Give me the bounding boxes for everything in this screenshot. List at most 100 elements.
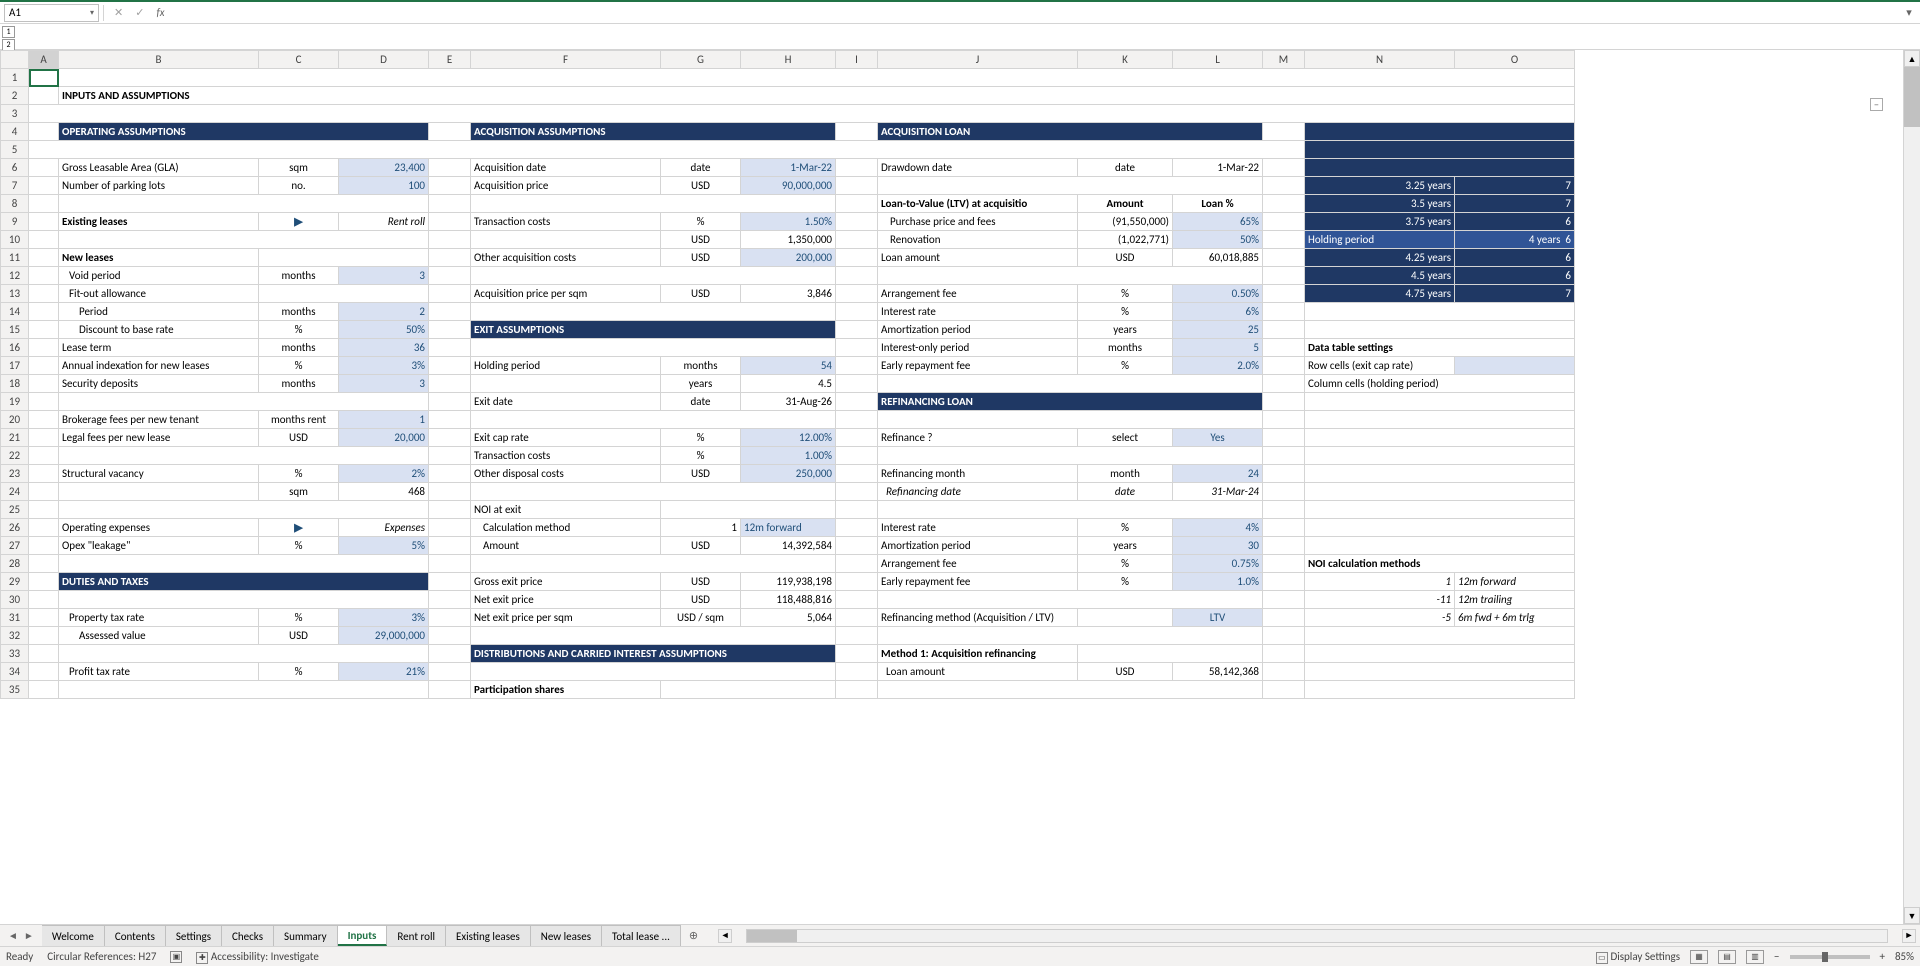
- refi-int-value[interactable]: 4%: [1173, 519, 1263, 537]
- discount-value[interactable]: 50%: [339, 321, 429, 339]
- row-7[interactable]: 7: [1, 177, 29, 195]
- tab-welcome[interactable]: Welcome: [42, 925, 105, 946]
- row-26[interactable]: 26: [1, 519, 29, 537]
- normal-view-icon[interactable]: ▦: [1690, 950, 1708, 964]
- rowcells-value[interactable]: [1455, 357, 1575, 375]
- col-I[interactable]: I: [836, 51, 878, 69]
- row-27[interactable]: 27: [1, 537, 29, 555]
- col-F[interactable]: F: [471, 51, 661, 69]
- scroll-up-icon[interactable]: ▲: [1904, 50, 1920, 67]
- existing-link-icon[interactable]: ▶: [259, 213, 339, 231]
- void-value[interactable]: 3: [339, 267, 429, 285]
- col-C[interactable]: C: [259, 51, 339, 69]
- vacancy-value[interactable]: 2%: [339, 465, 429, 483]
- other-acq-value[interactable]: 200,000: [741, 249, 836, 267]
- row-6[interactable]: 6: [1, 159, 29, 177]
- row-34[interactable]: 34: [1, 663, 29, 681]
- reno-pct[interactable]: 50%: [1173, 231, 1263, 249]
- page-break-view-icon[interactable]: ▥: [1746, 950, 1764, 964]
- page-layout-view-icon[interactable]: ▤: [1718, 950, 1736, 964]
- refi-early-value[interactable]: 1.0%: [1173, 573, 1263, 591]
- holdm-value[interactable]: 54: [741, 357, 836, 375]
- tab-settings[interactable]: Settings: [166, 925, 222, 946]
- row-10[interactable]: 10: [1, 231, 29, 249]
- scroll-thumb[interactable]: [1904, 67, 1920, 127]
- col-K[interactable]: K: [1078, 51, 1173, 69]
- row-35[interactable]: 35: [1, 681, 29, 699]
- row-29[interactable]: 29: [1, 573, 29, 591]
- exit-tcosts-value[interactable]: 1.00%: [741, 447, 836, 465]
- row-5[interactable]: 5: [1, 141, 29, 159]
- gla-value[interactable]: 23,400: [339, 159, 429, 177]
- row-28[interactable]: 28: [1, 555, 29, 573]
- cell-A1[interactable]: [29, 69, 59, 87]
- row-16[interactable]: 16: [1, 339, 29, 357]
- scroll-down-icon[interactable]: ▼: [1904, 907, 1920, 924]
- refi-method-value[interactable]: LTV: [1173, 609, 1263, 627]
- row-22[interactable]: 22: [1, 447, 29, 465]
- col-G[interactable]: G: [661, 51, 741, 69]
- row-1[interactable]: 1: [1, 69, 29, 87]
- add-sheet-button[interactable]: ⊕: [681, 929, 706, 942]
- sheet-nav-prev-icon[interactable]: ◄: [8, 929, 18, 942]
- refi-q-value[interactable]: Yes: [1173, 429, 1263, 447]
- name-box[interactable]: A1 ▾: [4, 4, 99, 22]
- tcosts-value[interactable]: 1.50%: [741, 213, 836, 231]
- col-D[interactable]: D: [339, 51, 429, 69]
- row-11[interactable]: 11: [1, 249, 29, 267]
- refi-month-value[interactable]: 24: [1173, 465, 1263, 483]
- arrfee-value[interactable]: 0.50%: [1173, 285, 1263, 303]
- zoom-in-button[interactable]: +: [1880, 950, 1885, 963]
- amort-value[interactable]: 25: [1173, 321, 1263, 339]
- intrate-value[interactable]: 6%: [1173, 303, 1263, 321]
- spreadsheet-grid[interactable]: − A B C D E F G: [0, 50, 1903, 924]
- sheet-nav-next-icon[interactable]: ►: [24, 929, 34, 942]
- macro-record-icon[interactable]: ▣: [170, 951, 182, 963]
- deposits-value[interactable]: 3: [339, 375, 429, 393]
- row-25[interactable]: 25: [1, 501, 29, 519]
- col-J[interactable]: J: [878, 51, 1078, 69]
- column-group-collapse-icon[interactable]: −: [1870, 98, 1883, 111]
- row-13[interactable]: 13: [1, 285, 29, 303]
- tab-new-leases[interactable]: New leases: [531, 925, 602, 946]
- exit-other-value[interactable]: 250,000: [741, 465, 836, 483]
- outline-level-1[interactable]: 1: [2, 26, 15, 38]
- acq-price-value[interactable]: 90,000,000: [741, 177, 836, 195]
- fitout-period-value[interactable]: 2: [339, 303, 429, 321]
- status-accessibility[interactable]: ✚ Accessibility: Investigate: [196, 950, 318, 964]
- purchase-pct[interactable]: 65%: [1173, 213, 1263, 231]
- cancel-icon[interactable]: ✕: [114, 6, 123, 19]
- col-E[interactable]: E: [429, 51, 471, 69]
- refi-amort-value[interactable]: 30: [1173, 537, 1263, 555]
- select-all-triangle[interactable]: [1, 51, 29, 69]
- row-2[interactable]: 2: [1, 87, 29, 105]
- leaseterm-value[interactable]: 36: [339, 339, 429, 357]
- indexation-value[interactable]: 3%: [339, 357, 429, 375]
- io-value[interactable]: 5: [1173, 339, 1263, 357]
- col-H[interactable]: H: [741, 51, 836, 69]
- calc-method-value[interactable]: 12m forward: [741, 519, 836, 537]
- col-N[interactable]: N: [1305, 51, 1455, 69]
- hscroll-thumb[interactable]: [747, 930, 797, 942]
- vertical-scrollbar[interactable]: ▲ ▼: [1903, 50, 1920, 924]
- row-30[interactable]: 30: [1, 591, 29, 609]
- formula-input[interactable]: [175, 4, 1898, 22]
- row-32[interactable]: 32: [1, 627, 29, 645]
- row-17[interactable]: 17: [1, 357, 29, 375]
- accept-icon[interactable]: ✓: [135, 6, 144, 19]
- hscroll-right-icon[interactable]: ►: [1902, 929, 1916, 943]
- hscroll-left-icon[interactable]: ◄: [718, 929, 732, 943]
- assessed-value[interactable]: 29,000,000: [339, 627, 429, 645]
- profittax-value[interactable]: 21%: [339, 663, 429, 681]
- col-O[interactable]: O: [1455, 51, 1575, 69]
- row-15[interactable]: 15: [1, 321, 29, 339]
- acq-date-value[interactable]: 1-Mar-22: [741, 159, 836, 177]
- parking-value[interactable]: 100: [339, 177, 429, 195]
- row-21[interactable]: 21: [1, 429, 29, 447]
- zoom-slider[interactable]: [1790, 955, 1870, 959]
- formula-expand-icon[interactable]: ▾: [1902, 6, 1916, 19]
- tab-inputs[interactable]: Inputs: [338, 925, 388, 946]
- col-M[interactable]: M: [1263, 51, 1305, 69]
- row-19[interactable]: 19: [1, 393, 29, 411]
- early-value[interactable]: 2.0%: [1173, 357, 1263, 375]
